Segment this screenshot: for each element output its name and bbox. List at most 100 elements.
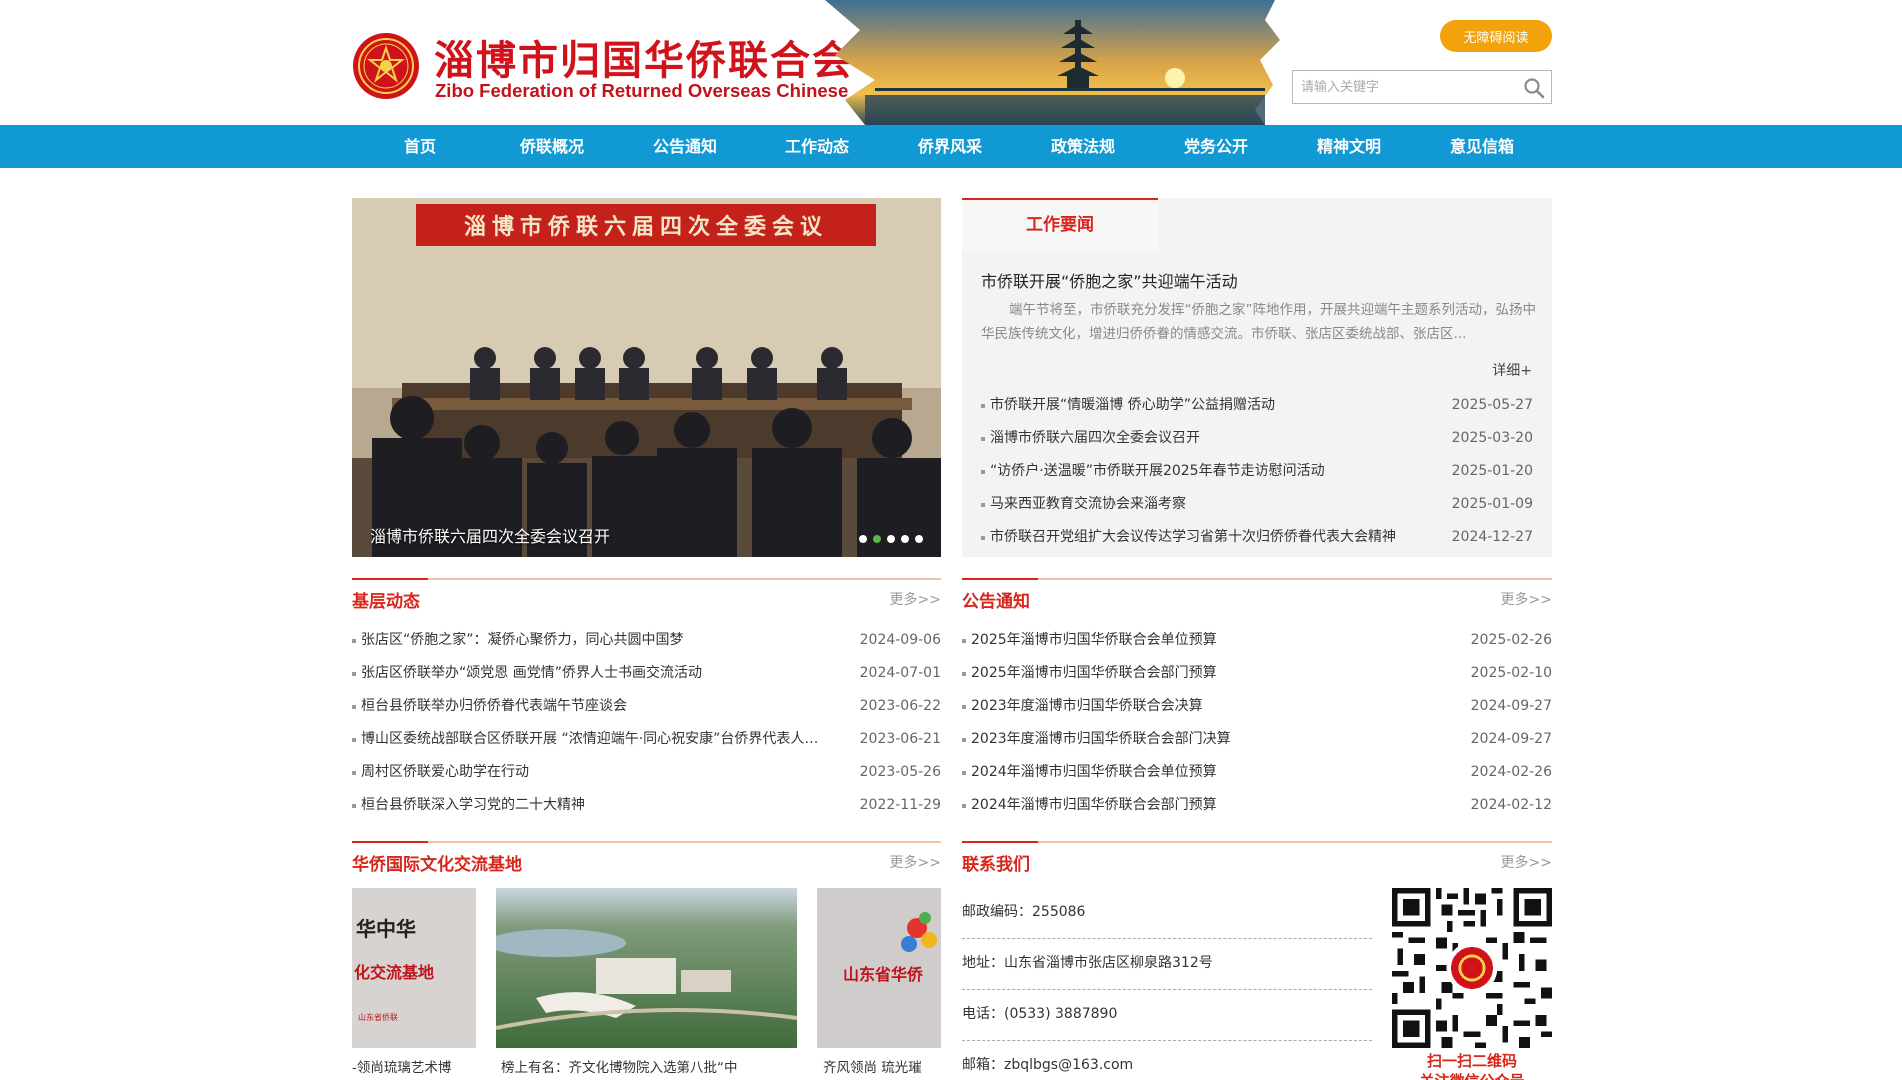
news-slider[interactable]: 淄博市侨联六届四次全委会议 淄博市侨联六届四次全委会议召开 [352,198,941,557]
list-item[interactable]: 2024年淄博市归国华侨联合会单位预算 2024-02-26 [962,756,1552,789]
site-header: 淄博市归国华侨联合会 Zibo Federation of Returned O… [0,0,1902,125]
work-news-headline[interactable]: 市侨联开展“侨胞之家”共迎端午活动 [981,268,1238,292]
list-item-date: 2024-02-12 [1470,797,1552,813]
nav-item-civilization[interactable]: 精神文明 [1289,125,1409,168]
bullet-icon [962,639,966,643]
list-item-title[interactable]: 2025年淄博市归国华侨联合会单位预算 [971,624,1432,657]
list-item-title[interactable]: 张店区“侨胞之家”：凝侨心聚侨力，同心共圆中国梦 [361,624,821,657]
slider-dot[interactable] [873,535,881,543]
contact-postcode: 邮政编码：255086 [962,888,1372,939]
list-item-title[interactable]: 博山区委统战部联合区侨联开展 “浓情迎端午·同心祝安康”台侨界代表人士端午节联谊… [361,723,821,756]
gallery-item[interactable]: 榜上有名：齐文化博物院入选第八批“中 [486,888,798,1076]
tab-work-news[interactable]: 工作要闻 [962,198,1158,251]
bullet-icon [962,705,966,709]
bullet-icon [352,771,356,775]
contact-address: 地址：山东省淄博市张店区柳泉路312号 [962,939,1372,990]
list-item-title[interactable]: 周村区侨联爱心助学在行动 [361,756,821,789]
gallery-caption[interactable]: 榜上有名：齐文化博物院入选第八批“中 [501,1056,797,1076]
gallery-item[interactable]: 华中华 化交流基地 山东省侨联 -领尚琉璃艺术博 [352,888,476,1076]
list-item[interactable]: 周村区侨联爱心助学在行动 2023-05-26 [352,756,941,789]
list-item[interactable]: 2024年淄博市归国华侨联合会部门预算 2024-02-12 [962,789,1552,822]
nav-item-work-news[interactable]: 工作动态 [757,125,877,168]
contact-email: 邮箱：zbqlbgs@163.com [962,1057,1134,1073]
bullet-icon [981,404,985,408]
grassroots-more-link[interactable]: 更多>> [890,589,941,609]
bullet-icon [962,672,966,676]
slider-dot[interactable] [859,535,867,543]
list-item[interactable]: 张店区侨联举办“颂党恩 画党情”侨界人士书画交流活动 2024-07-01 [352,657,941,690]
grassroots-list: 张店区“侨胞之家”：凝侨心聚侨力，同心共圆中国梦 2024-09-06 张店区侨联… [352,624,941,822]
list-item-date: 2024-09-27 [1470,731,1552,747]
bases-more-link[interactable]: 更多>> [890,852,941,872]
bullet-icon [981,437,985,441]
contact-more-link[interactable]: 更多>> [1501,852,1552,872]
list-item-title[interactable]: 张店区侨联举办“颂党恩 画党情”侨界人士书画交流活动 [361,657,821,690]
site-subtitle: Zibo Federation of Returned Overseas Chi… [435,80,849,101]
grassroots-title[interactable]: 基层动态 [352,587,420,612]
list-item-title[interactable]: 马来西亚教育交流协会来淄考察 [990,488,1413,521]
work-news-panel: 工作要闻 市侨联开展“侨胞之家”共迎端午活动 端午节将至，市侨联充分发挥“侨胞之… [962,198,1552,557]
list-item-title[interactable]: 2023年度淄博市归国华侨联合会决算 [971,690,1432,723]
main-nav: 首页 侨联概况 公告通知 工作动态 侨界风采 政策法规 党务公开 精神文明 意见… [0,125,1902,168]
list-item-title[interactable]: 2024年淄博市归国华侨联合会部门预算 [971,789,1432,822]
contact-header: 联系我们 更多>> [962,841,1552,877]
list-item[interactable]: 市侨联开展“情暖淄博 侨心助学”公益捐赠活动 2025-05-27 [981,389,1533,422]
bullet-icon [352,705,356,709]
list-item[interactable]: “访侨户·送温暖”市侨联开展2025年春节走访慰问活动 2025-01-20 [981,455,1533,488]
list-item-title[interactable]: “访侨户·送温暖”市侨联开展2025年春节走访慰问活动 [990,455,1413,488]
logo-emblem-icon[interactable] [352,32,420,100]
accessibility-reading-button[interactable]: 无障碍阅读 [1440,20,1552,52]
gallery-image-text: 山东省华侨 [843,965,924,984]
nav-item-overview[interactable]: 侨联概况 [492,125,612,168]
list-item-title[interactable]: 桓台县侨联举办归侨侨眷代表端午节座谈会 [361,690,821,723]
list-item[interactable]: 桓台县侨联举办归侨侨眷代表端午节座谈会 2023-06-22 [352,690,941,723]
work-news-more-link[interactable]: 详细+ [1492,360,1532,380]
bases-title[interactable]: 华侨国际文化交流基地 [352,850,522,875]
list-item[interactable]: 张店区“侨胞之家”：凝侨心聚侨力，同心共圆中国梦 2024-09-06 [352,624,941,657]
list-item[interactable]: 2023年度淄博市归国华侨联合会决算 2024-09-27 [962,690,1552,723]
slider-dot[interactable] [901,535,909,543]
list-item[interactable]: 2023年度淄博市归国华侨联合会部门决算 2024-09-27 [962,723,1552,756]
nav-item-party-affairs[interactable]: 党务公开 [1156,125,1276,168]
list-item[interactable]: 博山区委统战部联合区侨联开展 “浓情迎端午·同心祝安康”台侨界代表人士端午节联谊… [352,723,941,756]
list-item-title[interactable]: 市侨联开展“情暖淄博 侨心助学”公益捐赠活动 [990,389,1413,422]
list-item-date: 2023-06-22 [859,698,941,714]
list-item-title[interactable]: 2023年度淄博市归国华侨联合会部门决算 [971,723,1432,756]
notices-header: 公告通知 更多>> [962,578,1552,614]
list-item[interactable]: 2025年淄博市归国华侨联合会部门预算 2025-02-10 [962,657,1552,690]
search-icon[interactable] [1523,77,1545,99]
gallery-caption[interactable]: 齐风领尚 琉光璀 [823,1056,941,1076]
nav-item-mailbox[interactable]: 意见信箱 [1422,125,1542,168]
list-item[interactable]: 桓台县侨联深入学习党的二十大精神 2022-11-29 [352,789,941,822]
list-item[interactable]: 马来西亚教育交流协会来淄考察 2025-01-09 [981,488,1533,521]
contact-title[interactable]: 联系我们 [962,850,1030,875]
notices-more-link[interactable]: 更多>> [1501,589,1552,609]
slider-dot[interactable] [915,535,923,543]
list-item-title[interactable]: 淄博市侨联六届四次全委会议召开 [990,422,1413,455]
list-item-title[interactable]: 桓台县侨联深入学习党的二十大精神 [361,789,821,822]
list-item[interactable]: 淄博市侨联六届四次全委会议召开 2025-03-20 [981,422,1533,455]
list-item[interactable]: 市侨联召开党组扩大会议传达学习省第十次归侨侨眷代表大会精神 2024-12-27 [981,521,1533,554]
bullet-icon [962,738,966,742]
contact-phone: 电话：(0533) 3887890 [962,990,1372,1041]
list-item-title[interactable]: 2025年淄博市归国华侨联合会部门预算 [971,657,1432,690]
nav-item-community[interactable]: 侨界风采 [890,125,1010,168]
slider-caption[interactable]: 淄博市侨联六届四次全委会议召开 [370,523,610,547]
work-news-list: 市侨联开展“情暖淄博 侨心助学”公益捐赠活动 2025-05-27 淄博市侨联六届… [981,389,1533,554]
notices-title[interactable]: 公告通知 [962,587,1030,612]
list-item[interactable]: 2025年淄博市归国华侨联合会单位预算 2025-02-26 [962,624,1552,657]
list-item-date: 2025-03-20 [1451,430,1533,446]
gallery-caption[interactable]: -领尚琉璃艺术博 [352,1056,476,1076]
search-input[interactable] [1301,77,1511,97]
nav-item-home[interactable]: 首页 [360,125,480,168]
bullet-icon [352,639,356,643]
bullet-icon [352,804,356,808]
site-title: 淄博市归国华侨联合会 [434,38,854,84]
gallery-item[interactable]: 山东省华侨 齐风领尚 琉光璀 [817,888,941,1076]
nav-item-policy[interactable]: 政策法规 [1023,125,1143,168]
nav-item-notices[interactable]: 公告通知 [625,125,745,168]
slider-dot[interactable] [887,535,895,543]
notices-list: 2025年淄博市归国华侨联合会单位预算 2025-02-26 2025年淄博市归国… [962,624,1552,822]
list-item-title[interactable]: 市侨联召开党组扩大会议传达学习省第十次归侨侨眷代表大会精神 [990,521,1413,554]
list-item-title[interactable]: 2024年淄博市归国华侨联合会单位预算 [971,756,1432,789]
